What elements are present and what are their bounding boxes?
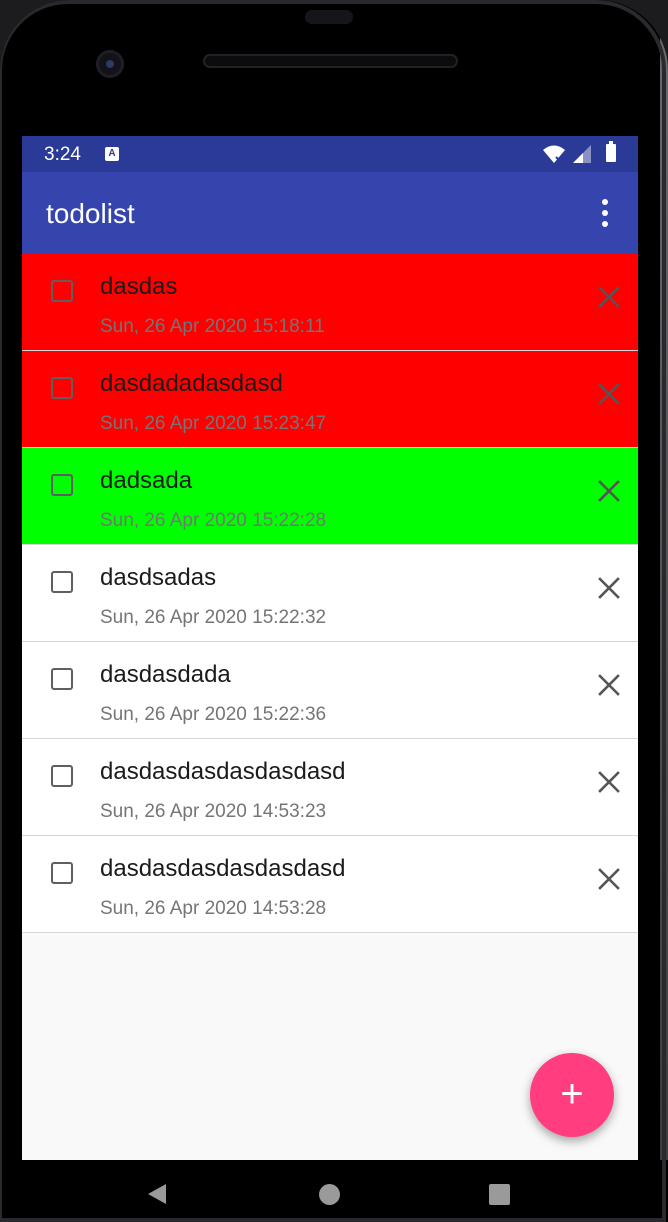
todo-title: dasdsadas [100,564,217,591]
todo-date: Sun, 26 Apr 2020 14:53:23 [100,801,327,822]
navigation-bar [0,1160,668,1222]
signal-icon [573,145,591,163]
todo-checkbox[interactable] [51,377,73,399]
add-todo-button[interactable]: + [530,1053,614,1137]
todo-title: dasdasdada [100,661,231,688]
earpiece-speaker [203,54,458,68]
todo-date: Sun, 26 Apr 2020 15:23:47 [100,413,327,434]
battery-icon [606,141,616,162]
close-icon[interactable] [594,767,624,797]
todo-title: dasdadadasdasd [100,370,283,397]
side-edge [660,0,668,1222]
todo-date: Sun, 26 Apr 2020 15:22:28 [100,510,327,531]
todo-title: dasdasdasdasdasdasd [100,758,346,785]
status-time: 3:24 [44,144,81,165]
todo-checkbox[interactable] [51,571,73,593]
menu-dot [602,210,608,216]
app-screen: 3:24 A todolist dasdas Sun, 26 Apr 2020 … [22,136,638,1160]
todo-date: Sun, 26 Apr 2020 15:22:32 [100,607,327,628]
todo-item[interactable]: dasdsadas Sun, 26 Apr 2020 15:22:32 [22,545,638,642]
todo-checkbox[interactable] [51,765,73,787]
back-icon[interactable] [148,1184,166,1204]
todo-item[interactable]: dasdadadasdasd Sun, 26 Apr 2020 15:23:47 [22,351,638,448]
menu-dot [602,199,608,205]
todo-title: dasdas [100,273,178,300]
todo-title: dasdasdasdasdasdasd [100,855,346,882]
todo-item[interactable]: dasdasdasdasdasdasd Sun, 26 Apr 2020 14:5… [22,739,638,836]
app-title: todolist [46,198,135,229]
todo-checkbox[interactable] [51,474,73,496]
close-icon[interactable] [594,864,624,894]
todo-date: Sun, 26 Apr 2020 15:22:36 [100,704,327,725]
todo-item[interactable]: dasdasdasdasdasdasd Sun, 26 Apr 2020 14:5… [22,836,638,933]
close-icon[interactable] [594,573,624,603]
close-icon[interactable] [594,670,624,700]
todo-item[interactable]: dasdas Sun, 26 Apr 2020 15:18:11 [22,254,638,351]
a-notification-icon: A [105,147,119,161]
home-icon[interactable] [319,1184,340,1205]
front-camera [96,50,124,78]
more-vert-icon[interactable] [590,196,620,230]
close-icon[interactable] [594,282,624,312]
recents-icon[interactable] [489,1184,510,1205]
todo-checkbox[interactable] [51,862,73,884]
todo-date: Sun, 26 Apr 2020 14:53:28 [100,898,327,919]
todo-item[interactable]: dadsada Sun, 26 Apr 2020 15:22:28 [22,448,638,545]
app-bar: todolist [22,172,638,254]
todo-checkbox[interactable] [51,280,73,302]
todo-item[interactable]: dasdasdada Sun, 26 Apr 2020 15:22:36 [22,642,638,739]
todo-list: dasdas Sun, 26 Apr 2020 15:18:11 dasdadada… [22,254,638,933]
menu-dot [602,221,608,227]
todo-date: Sun, 26 Apr 2020 15:18:11 [100,316,325,337]
top-notch [305,10,353,24]
close-icon[interactable] [594,379,624,409]
close-icon[interactable] [594,476,624,506]
status-bar: 3:24 A [22,136,638,172]
wifi-icon [543,145,565,164]
todo-checkbox[interactable] [51,668,73,690]
phone-frame: 3:24 A todolist dasdas Sun, 26 Apr 2020 … [0,0,668,1222]
todo-title: dadsada [100,467,193,494]
